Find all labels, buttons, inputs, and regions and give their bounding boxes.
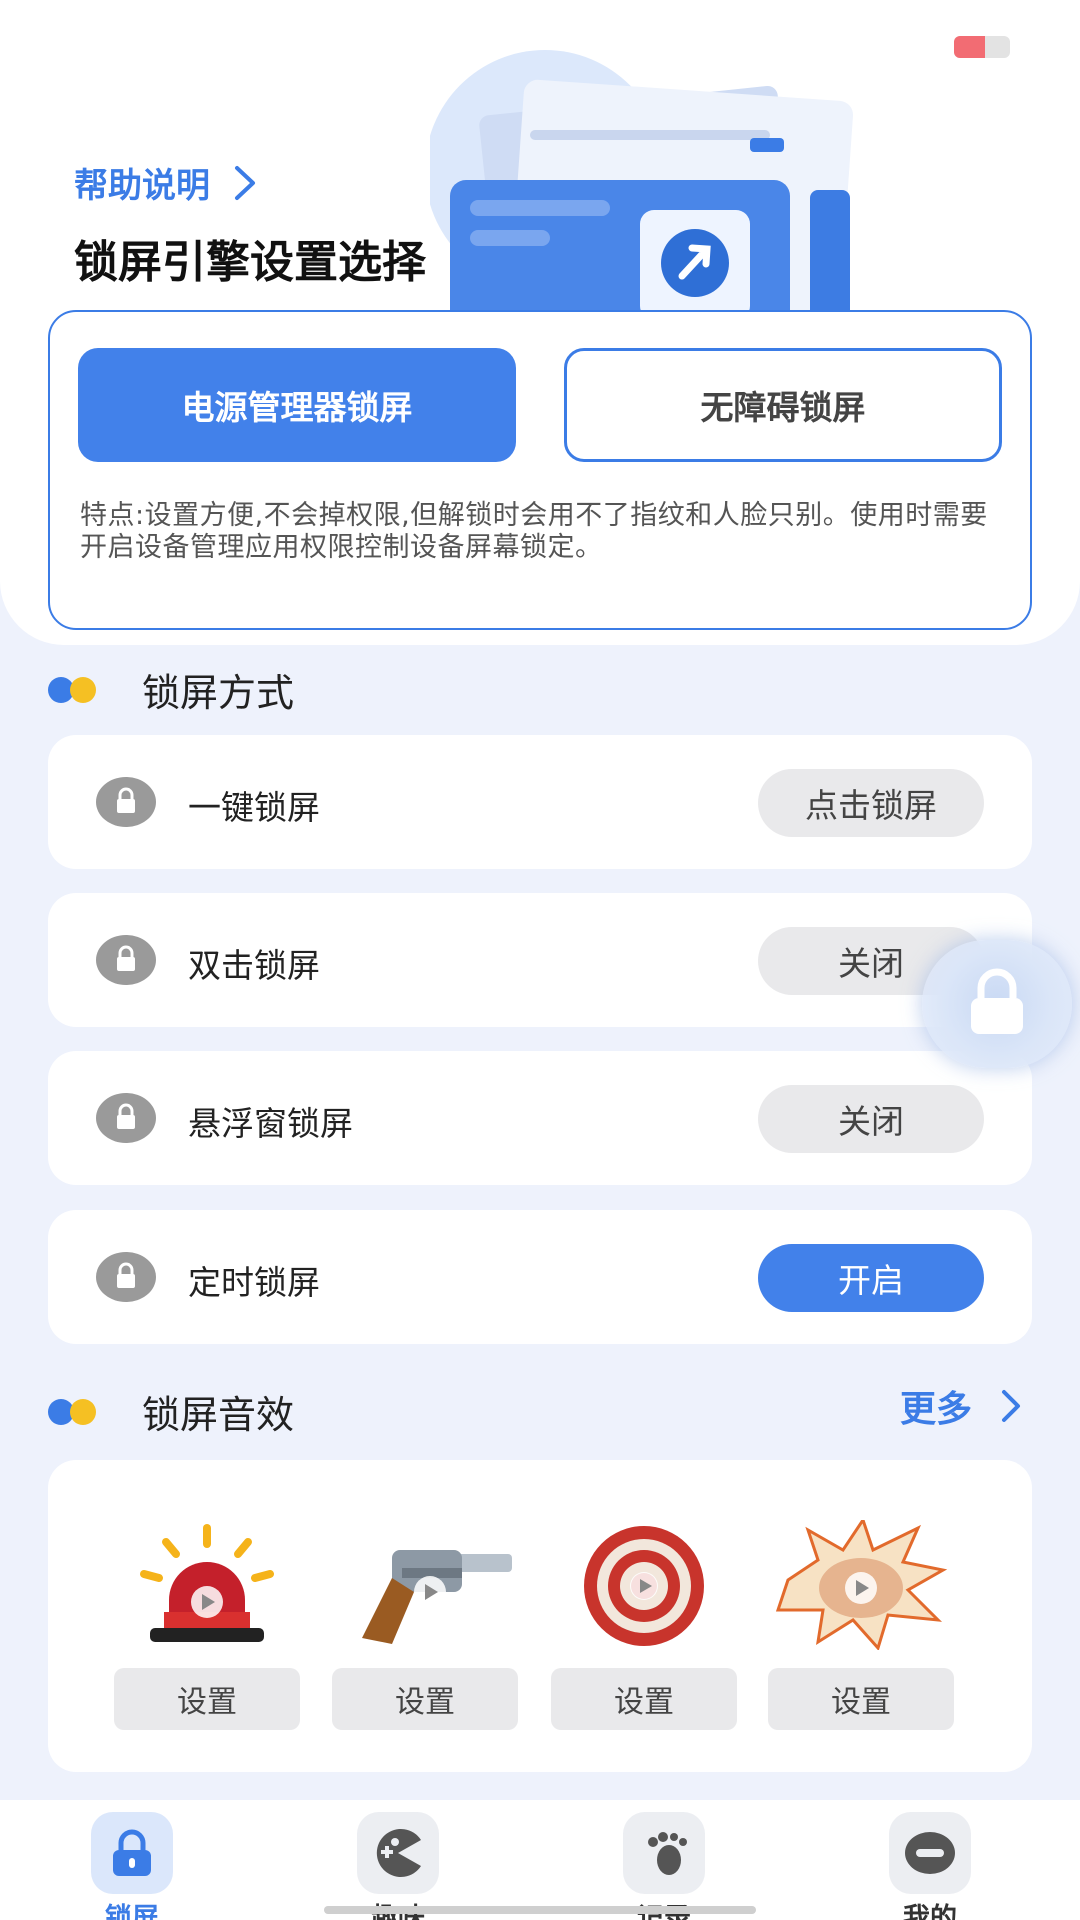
floating-window-lock-toggle[interactable]: 关闭 <box>758 1085 984 1153</box>
lock-icon <box>96 777 156 827</box>
footprint-icon <box>623 1812 705 1894</box>
lock-sounds-card: 设置 设置 设置 设置 <box>48 1460 1032 1772</box>
lock-method-row: 定时锁屏 开启 <box>48 1210 1032 1344</box>
chevron-right-icon <box>235 165 255 200</box>
timed-lock-toggle[interactable]: 开启 <box>758 1244 984 1312</box>
lock-icon <box>96 1093 156 1143</box>
profile-icon <box>889 1812 971 1894</box>
sound-settings-button[interactable]: 设置 <box>551 1668 737 1730</box>
lock-method-row: 双击锁屏 关闭 <box>48 893 1032 1027</box>
section-dots-icon <box>48 676 100 703</box>
help-link[interactable]: 帮助说明 <box>74 158 258 207</box>
lock-icon <box>96 935 156 985</box>
tab-profile[interactable]: 我的 <box>870 1812 990 1920</box>
home-indicator <box>324 1906 756 1914</box>
sound-settings-button[interactable]: 设置 <box>768 1668 954 1730</box>
section-dots-icon <box>48 1398 100 1425</box>
floating-lock-button[interactable] <box>922 940 1072 1068</box>
sound-item: 设置 <box>114 1520 300 1730</box>
sound-settings-button[interactable]: 设置 <box>332 1668 518 1730</box>
padlock-icon <box>971 968 1023 1034</box>
lock-method-label: 定时锁屏 <box>188 1263 320 1302</box>
siren-icon[interactable] <box>114 1520 300 1650</box>
target-icon[interactable] <box>551 1520 737 1650</box>
help-link-label: 帮助说明 <box>74 166 210 206</box>
tab-fun[interactable]: 趣味 <box>338 1812 458 1920</box>
header-illustration <box>430 50 854 330</box>
lock-icon <box>91 1812 173 1894</box>
tab-label: 我的 <box>903 1903 957 1920</box>
more-label: 更多 <box>899 1389 972 1430</box>
lock-sounds-header: 锁屏音效 <box>48 1384 294 1439</box>
hero-header: 帮助说明 锁屏引擎设置选择 电源管理器锁屏 无障碍锁屏 特点:设置方便,不会掉权… <box>0 0 1080 645</box>
lock-method-label: 双击锁屏 <box>188 946 320 985</box>
sound-item: 设置 <box>768 1516 954 1730</box>
sound-settings-button[interactable]: 设置 <box>114 1668 300 1730</box>
revolver-icon[interactable] <box>332 1520 518 1650</box>
lock-now-button[interactable]: 点击锁屏 <box>758 769 984 837</box>
chevron-right-icon <box>1002 1390 1020 1422</box>
engine-selection-card: 电源管理器锁屏 无障碍锁屏 特点:设置方便,不会掉权限,但解锁时会用不了指纹和人… <box>48 310 1032 630</box>
sound-item: 设置 <box>551 1520 737 1730</box>
tab-label: 锁屏 <box>105 1903 159 1920</box>
tab-lock[interactable]: 锁屏 <box>72 1812 192 1920</box>
sound-item: 设置 <box>332 1520 518 1730</box>
lock-methods-header: 锁屏方式 <box>48 662 294 717</box>
pacman-icon <box>357 1812 439 1894</box>
engine-option-accessibility[interactable]: 无障碍锁屏 <box>564 348 1002 462</box>
lock-method-label: 一键锁屏 <box>188 788 320 827</box>
page-title: 锁屏引擎设置选择 <box>74 237 426 288</box>
lock-method-label: 悬浮窗锁屏 <box>188 1104 353 1143</box>
lock-method-row: 一键锁屏 点击锁屏 <box>48 735 1032 869</box>
punch-icon[interactable] <box>768 1516 954 1651</box>
engine-description: 特点:设置方便,不会掉权限,但解锁时会用不了指纹和人脸只别。使用时需要开启设备管… <box>80 500 988 563</box>
tab-records[interactable]: 记录 <box>604 1812 724 1920</box>
lock-icon <box>96 1252 156 1302</box>
lock-sounds-title: 锁屏音效 <box>142 1393 295 1437</box>
lock-method-row: 悬浮窗锁屏 关闭 <box>48 1051 1032 1185</box>
lock-methods-title: 锁屏方式 <box>142 671 295 715</box>
bottom-tab-bar: 锁屏 趣味 记录 我的 <box>0 1800 1080 1920</box>
more-sounds-link[interactable]: 更多 <box>900 1380 1022 1432</box>
engine-option-power-manager[interactable]: 电源管理器锁屏 <box>78 348 516 462</box>
